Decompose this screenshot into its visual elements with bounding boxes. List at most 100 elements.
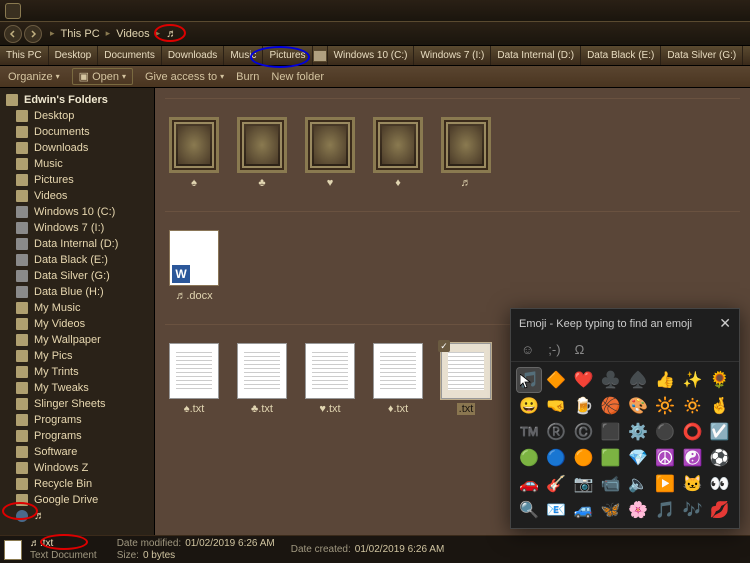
emoji-cell[interactable]: 💋 <box>708 498 732 522</box>
file-item[interactable]: ♥.txt <box>301 343 359 415</box>
breadcrumb[interactable]: ▸ This PC ▸ Videos ▸ ♬ <box>50 28 177 40</box>
sidebar-item[interactable]: Slinger Sheets <box>0 396 154 412</box>
emoji-cell[interactable]: 🔍 <box>517 498 541 522</box>
file-item[interactable]: ♠.txt <box>165 343 223 415</box>
emoji-cell[interactable]: ▶️ <box>653 472 677 496</box>
forward-button[interactable] <box>24 25 42 43</box>
emoji-cell[interactable]: ♠️ <box>626 368 650 392</box>
emoji-cell[interactable]: ♣️ <box>599 368 623 392</box>
emoji-cell[interactable]: 🟠 <box>572 446 596 470</box>
drive-tab[interactable]: Windows 7 (I:) <box>414 46 491 65</box>
emoji-picker[interactable]: Emoji - Keep typing to find an emoji ✕ ☺… <box>510 308 740 529</box>
emoji-cell[interactable]: ✨ <box>681 368 705 392</box>
emoji-cell[interactable]: ⬛ <box>599 420 623 444</box>
sidebar-item[interactable]: Programs <box>0 412 154 428</box>
emoji-cell[interactable]: 💎 <box>626 446 650 470</box>
drive-tab[interactable]: Data Internal (D:) <box>491 46 581 65</box>
emoji-cell[interactable]: 🏀 <box>599 394 623 418</box>
sidebar-item[interactable]: Programs <box>0 428 154 444</box>
breadcrumb-root[interactable]: This PC <box>61 28 100 40</box>
emoji-cell[interactable]: 🤜 <box>544 394 568 418</box>
sidebar-header[interactable]: Edwin's Folders <box>0 92 154 108</box>
drive-tab[interactable]: Data Blue (H:) <box>743 46 750 65</box>
sidebar-item[interactable]: My Videos <box>0 316 154 332</box>
emoji-cell[interactable]: 🚙 <box>572 498 596 522</box>
file-item[interactable]: ♠ <box>165 117 223 189</box>
emoji-cell[interactable]: 🚗 <box>517 472 541 496</box>
emoji-cell[interactable]: 🔵 <box>544 446 568 470</box>
group-header[interactable] <box>165 209 740 212</box>
emoji-cell[interactable]: 📷 <box>572 472 596 496</box>
sidebar-item[interactable]: My Tweaks <box>0 380 154 396</box>
file-item[interactable]: ♥ <box>301 117 359 189</box>
drive-tab[interactable]: Windows 10 (C:) <box>328 46 415 65</box>
emoji-cell[interactable]: ©️ <box>572 420 596 444</box>
file-item[interactable]: ♬.docx <box>165 230 223 302</box>
drive-tab[interactable]: Downloads <box>162 46 224 65</box>
file-item[interactable]: ♬ <box>437 117 495 189</box>
drive-tab[interactable]: Data Black (E:) <box>581 46 661 65</box>
sidebar-item[interactable]: Documents <box>0 124 154 140</box>
emoji-cell[interactable]: 🤞 <box>708 394 732 418</box>
sidebar-item[interactable]: Pictures <box>0 172 154 188</box>
sidebar-item[interactable]: Windows 7 (I:) <box>0 220 154 236</box>
emoji-cell[interactable]: 👀 <box>708 472 732 496</box>
emoji-tab-symbols[interactable]: Ω <box>575 342 585 357</box>
breadcrumb-l1[interactable]: Videos <box>116 28 149 40</box>
emoji-tab-kaomoji[interactable]: ;-) <box>548 342 560 357</box>
sidebar-item[interactable]: My Music <box>0 300 154 316</box>
sidebar-item[interactable]: Data Silver (G:) <box>0 268 154 284</box>
emoji-cell[interactable]: 🐱 <box>681 472 705 496</box>
give-access-button[interactable]: Give access to ▾ <box>145 71 224 83</box>
emoji-cell[interactable]: 🍺 <box>572 394 596 418</box>
sidebar-item[interactable]: Data Internal (D:) <box>0 236 154 252</box>
emoji-cell[interactable]: 🔈 <box>626 472 650 496</box>
emoji-cell[interactable]: 😀 <box>517 394 541 418</box>
drive-tab[interactable]: Music <box>224 46 263 65</box>
emoji-cell[interactable]: ⚫ <box>653 420 677 444</box>
emoji-cell[interactable]: ☮️ <box>653 446 677 470</box>
emoji-cell[interactable]: 🔆 <box>653 394 677 418</box>
emoji-cell[interactable]: ®️ <box>544 420 568 444</box>
emoji-tab-smiley[interactable]: ☺ <box>521 342 534 357</box>
sidebar-item[interactable]: Downloads <box>0 140 154 156</box>
sidebar-item[interactable]: Windows Z <box>0 460 154 476</box>
close-button[interactable]: ✕ <box>719 315 731 332</box>
sidebar[interactable]: Edwin's Folders DesktopDocumentsDownload… <box>0 88 155 535</box>
emoji-cell[interactable]: 🟩 <box>599 446 623 470</box>
sidebar-item[interactable]: Software <box>0 444 154 460</box>
emoji-cell[interactable]: 👍 <box>653 368 677 392</box>
organize-button[interactable]: Organize ▾ <box>8 71 60 83</box>
drive-tab[interactable]: Desktop <box>49 46 99 65</box>
sidebar-item[interactable]: Data Blue (H:) <box>0 284 154 300</box>
sidebar-item[interactable]: Recycle Bin <box>0 476 154 492</box>
emoji-cell[interactable]: 🌸 <box>626 498 650 522</box>
breadcrumb-l2[interactable]: ♬ <box>166 28 177 40</box>
sidebar-item[interactable]: Videos <box>0 188 154 204</box>
emoji-cell[interactable]: 🔅 <box>681 394 705 418</box>
sidebar-item[interactable]: Desktop <box>0 108 154 124</box>
emoji-cell[interactable]: 📹 <box>599 472 623 496</box>
sidebar-item[interactable]: Music <box>0 156 154 172</box>
emoji-cell[interactable]: 🎵 <box>517 368 541 392</box>
back-button[interactable] <box>4 25 22 43</box>
drive-tab[interactable]: Data Silver (G:) <box>661 46 743 65</box>
emoji-cell[interactable]: 🟢 <box>517 446 541 470</box>
file-item[interactable]: ♣ <box>233 117 291 189</box>
emoji-cell[interactable]: ☯️ <box>681 446 705 470</box>
new-folder-button[interactable]: New folder <box>271 71 324 83</box>
emoji-cell[interactable]: ⚽ <box>708 446 732 470</box>
drive-tab[interactable]: Pictures <box>263 46 312 65</box>
emoji-cell[interactable]: 🔶 <box>544 368 568 392</box>
emoji-cell[interactable]: ⚙️ <box>626 420 650 444</box>
drive-tab[interactable]: Documents <box>98 46 162 65</box>
group-header[interactable] <box>165 96 740 99</box>
emoji-cell[interactable]: 📧 <box>544 498 568 522</box>
emoji-cell[interactable]: 🌻 <box>708 368 732 392</box>
emoji-cell[interactable]: 🎶 <box>681 498 705 522</box>
emoji-cell[interactable]: ❤️ <box>572 368 596 392</box>
file-item[interactable]: ♣.txt <box>233 343 291 415</box>
emoji-cell[interactable]: ☑️ <box>708 420 732 444</box>
emoji-cell[interactable]: ⭕ <box>681 420 705 444</box>
drive-tab[interactable] <box>313 46 328 65</box>
